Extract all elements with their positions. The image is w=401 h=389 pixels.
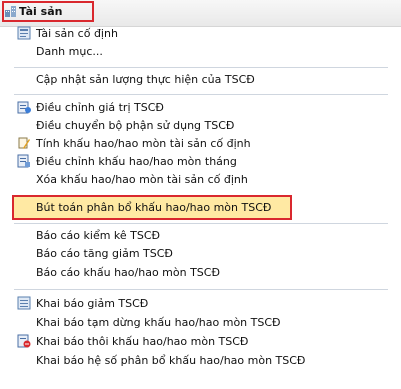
decrease-asset-icon — [17, 296, 31, 310]
stop-depreciation-icon — [17, 334, 31, 348]
separator — [14, 67, 388, 68]
menu-item-delete-depreciation[interactable]: Xóa khấu hao/hao mòn tài sản cố định — [36, 172, 248, 188]
menu-item-fixed-assets[interactable]: Tài sản cố định — [36, 26, 118, 42]
menu-item-inventory-report[interactable]: Báo cáo kiểm kê TSCĐ — [36, 228, 160, 244]
menu-item-declare-decrease[interactable]: Khai báo giảm TSCĐ — [36, 296, 148, 312]
menu-item-transfer-department[interactable]: Điều chuyển bộ phận sử dụng TSCĐ — [36, 118, 234, 134]
menu-item-adjust-value[interactable]: Điều chỉnh giá trị TSCĐ — [36, 100, 164, 116]
menu-item-adjust-depreciation[interactable]: Điều chỉnh khấu hao/hao mòn tháng — [36, 154, 237, 170]
separator — [14, 223, 388, 224]
menu-item-allocation-entry[interactable]: Bút toán phân bổ khấu hao/hao mòn TSCĐ — [36, 200, 271, 216]
menu-header: Tài sản — [0, 0, 401, 27]
menu-item-calculate-depreciation[interactable]: Tính khấu hao/hao mòn tài sản cố định — [36, 136, 251, 152]
separator — [14, 289, 388, 290]
menu-item-declare-pause[interactable]: Khai báo tạm dừng khấu hao/hao mòn TSCĐ — [36, 315, 281, 331]
assets-icon — [5, 6, 16, 17]
separator — [14, 94, 388, 95]
menu-item-declare-coefficient[interactable]: Khai báo hệ số phân bổ khấu hao/hao mòn … — [36, 353, 305, 369]
menu-item-update-output[interactable]: Cập nhật sản lượng thực hiện của TSCĐ — [36, 72, 255, 88]
adjust-value-icon — [17, 101, 31, 114]
menu-item-declare-stop[interactable]: Khai báo thôi khấu hao/hao mòn TSCĐ — [36, 334, 248, 350]
menu-item-catalog[interactable]: Danh mục... — [36, 44, 103, 60]
fixed-asset-icon — [17, 26, 31, 40]
menu-item-increase-decrease-report[interactable]: Báo cáo tăng giảm TSCĐ — [36, 246, 173, 262]
adjust-depreciation-icon — [17, 154, 30, 168]
header-title: Tài sản — [19, 5, 63, 18]
menu-item-depreciation-report[interactable]: Báo cáo khấu hao/hao mòn TSCĐ — [36, 265, 220, 281]
calculate-depreciation-icon — [18, 137, 30, 149]
